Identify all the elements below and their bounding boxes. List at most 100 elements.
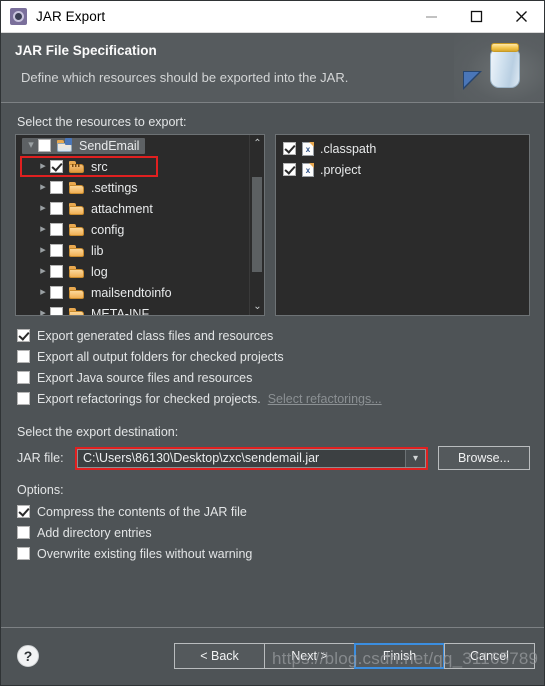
file-checkbox[interactable]: [283, 163, 296, 176]
jar-file-combo-highlight: ▾: [75, 446, 428, 470]
tree-row-label: .settings: [91, 180, 138, 195]
tree-row-label: config: [91, 222, 125, 237]
tree-row[interactable]: ▸ attachment: [16, 198, 249, 219]
option-checkbox[interactable]: [17, 505, 30, 518]
resource-tree[interactable]: ▾ SendEmail ▸ src ▸ .settings ▸ attachme…: [16, 135, 249, 315]
xml-file-icon: x: [302, 162, 314, 177]
window-controls: [409, 1, 544, 33]
option-checkbox[interactable]: [17, 526, 30, 539]
tree-row[interactable]: ▾ SendEmail: [16, 135, 249, 156]
resource-tree-pane[interactable]: ▾ SendEmail ▸ src ▸ .settings ▸ attachme…: [15, 134, 265, 316]
tree-checkbox[interactable]: [50, 244, 63, 257]
tree-row-label: mailsendtoinfo: [91, 285, 172, 300]
option-label: Compress the contents of the JAR file: [37, 504, 247, 519]
tree-row-label: log: [91, 264, 108, 279]
folder-icon: [69, 202, 85, 215]
resources-label: Select the resources to export:: [17, 115, 187, 129]
page-title: JAR File Specification: [15, 43, 157, 58]
tree-row[interactable]: ▸ META-INF: [16, 303, 249, 315]
resource-file-list-pane[interactable]: x .classpath x .project: [275, 134, 530, 316]
option-label: Add directory entries: [37, 525, 152, 540]
file-label: .classpath: [320, 141, 377, 156]
tree-row[interactable]: ▸ mailsendtoinfo: [16, 282, 249, 303]
folder-icon: [69, 244, 85, 257]
destination-label: Select the export destination:: [17, 425, 179, 439]
option-label: Overwrite existing files without warning: [37, 546, 253, 561]
destination-row: JAR file: ▾ Browse...: [15, 446, 530, 470]
option-checkbox[interactable]: [17, 392, 30, 405]
option-label: Export all output folders for checked pr…: [37, 349, 284, 364]
resource-file-list[interactable]: x .classpath x .project: [276, 135, 529, 180]
scroll-up-icon[interactable]: ⌃: [250, 135, 264, 152]
jar-jar-with-arrow-icon: [454, 33, 544, 102]
tree-checkbox[interactable]: [50, 265, 63, 278]
option-checkbox[interactable]: [17, 350, 30, 363]
option-compress-jar[interactable]: Compress the contents of the JAR file: [17, 501, 530, 522]
source-folder-icon: [69, 160, 85, 173]
watermark: https://blog.csdn.net/qq_31165789: [272, 649, 539, 668]
scroll-down-icon[interactable]: ⌄: [250, 298, 264, 315]
folder-icon: [69, 307, 85, 315]
tree-checkbox[interactable]: [50, 307, 63, 315]
chevron-right-icon[interactable]: ▸: [36, 308, 50, 316]
chevron-right-icon[interactable]: ▸: [36, 182, 50, 193]
tree-checkbox[interactable]: [50, 181, 63, 194]
tree-row[interactable]: ▸ log: [16, 261, 249, 282]
select-refactorings-link[interactable]: Select refactorings...: [268, 392, 382, 406]
close-button[interactable]: [499, 1, 544, 33]
tree-row[interactable]: ▸ config: [16, 219, 249, 240]
tree-row[interactable]: ▸ .settings: [16, 177, 249, 198]
tree-checkbox[interactable]: [50, 286, 63, 299]
jar-file-combo[interactable]: ▾: [77, 448, 426, 468]
chevron-right-icon[interactable]: ▸: [36, 203, 50, 214]
chevron-down-icon[interactable]: ▾: [405, 449, 425, 467]
option-export-generated-class-files[interactable]: Export generated class files and resourc…: [17, 325, 530, 346]
chevron-down-icon[interactable]: ▾: [24, 140, 38, 151]
option-label: Export Java source files and resources: [37, 370, 253, 385]
tree-checkbox[interactable]: [50, 223, 63, 236]
chevron-right-icon[interactable]: ▸: [36, 161, 50, 172]
tree-row[interactable]: ▸ src: [16, 156, 249, 177]
option-export-all-output-folders[interactable]: Export all output folders for checked pr…: [17, 346, 530, 367]
list-item[interactable]: x .classpath: [276, 138, 529, 159]
tree-checkbox[interactable]: [50, 160, 63, 173]
chevron-right-icon[interactable]: ▸: [36, 287, 50, 298]
minimize-button[interactable]: [409, 1, 454, 33]
option-export-refactorings[interactable]: Export refactorings for checked projects…: [17, 388, 530, 409]
tree-row-label: src: [91, 159, 108, 174]
file-checkbox[interactable]: [283, 142, 296, 155]
window-title: JAR Export: [36, 9, 106, 24]
eclipse-gear-icon: [10, 8, 27, 25]
browse-button[interactable]: Browse...: [438, 446, 530, 470]
option-add-directory-entries[interactable]: Add directory entries: [17, 522, 530, 543]
resource-panes: ▾ SendEmail ▸ src ▸ .settings ▸ attachme…: [15, 134, 530, 316]
tree-checkbox[interactable]: [50, 202, 63, 215]
option-checkbox[interactable]: [17, 371, 30, 384]
option-export-java-source-files[interactable]: Export Java source files and resources: [17, 367, 530, 388]
title-bar: JAR Export: [1, 1, 544, 33]
list-item[interactable]: x .project: [276, 159, 529, 180]
help-icon[interactable]: ?: [17, 645, 39, 667]
options-group: Compress the contents of the JAR file Ad…: [15, 501, 530, 564]
option-checkbox[interactable]: [17, 329, 30, 342]
option-overwrite-existing-files[interactable]: Overwrite existing files without warning: [17, 543, 530, 564]
jar-export-dialog: JAR Export JAR File Specification Define…: [0, 0, 545, 686]
tree-row-selected[interactable]: ▾ SendEmail: [22, 137, 146, 154]
jar-file-input[interactable]: [78, 449, 405, 467]
tree-row[interactable]: ▸ lib: [16, 240, 249, 261]
option-checkbox[interactable]: [17, 547, 30, 560]
folder-icon: [69, 223, 85, 236]
chevron-right-icon[interactable]: ▸: [36, 245, 50, 256]
folder-icon: [69, 265, 85, 278]
folder-icon: [69, 181, 85, 194]
chevron-right-icon[interactable]: ▸: [36, 224, 50, 235]
export-options-group: Export generated class files and resourc…: [15, 325, 530, 409]
maximize-button[interactable]: [454, 1, 499, 33]
tree-checkbox[interactable]: [38, 139, 51, 152]
tree-row-label: attachment: [91, 201, 153, 216]
back-button[interactable]: < Back: [174, 643, 265, 669]
tree-row-label: SendEmail: [79, 138, 140, 153]
tree-scrollbar[interactable]: ⌃ ⌄: [249, 135, 264, 315]
scrollbar-thumb[interactable]: [252, 177, 262, 272]
chevron-right-icon[interactable]: ▸: [36, 266, 50, 277]
